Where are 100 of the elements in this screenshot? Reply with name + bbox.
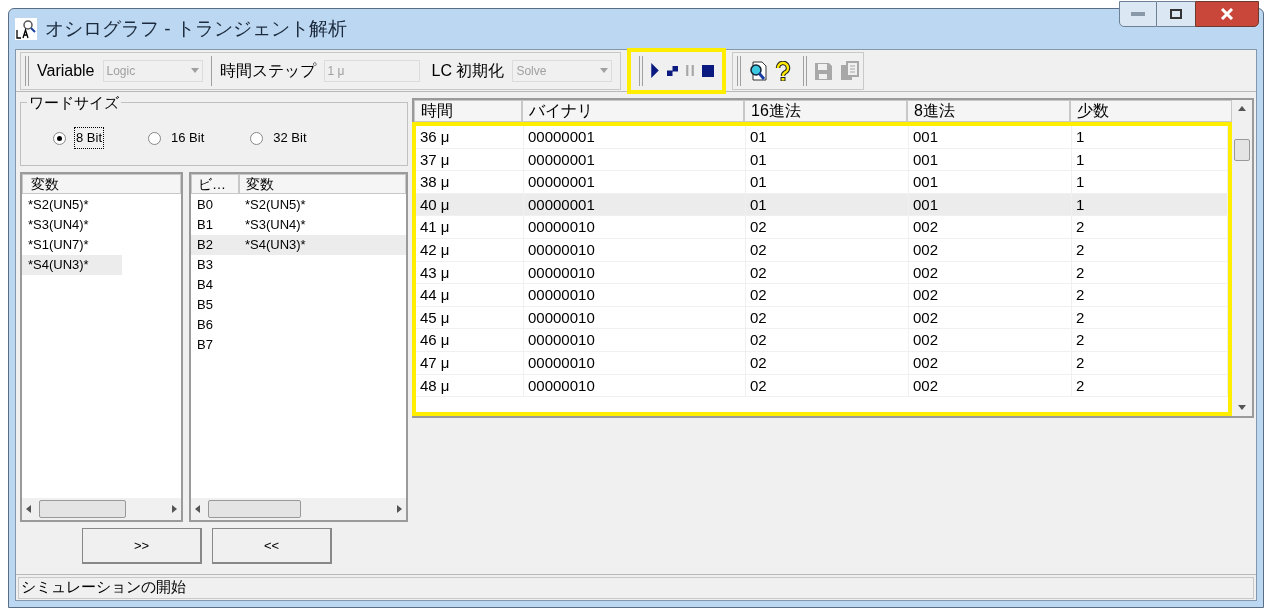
column-header[interactable]: 8進法 [907,100,1070,122]
close-button[interactable] [1195,1,1259,27]
close-icon [1220,8,1234,20]
table-row[interactable]: 43 μ 00000010 02 002 2 [416,261,1228,285]
column-header[interactable]: ビ… [191,174,239,194]
radio-button[interactable] [148,131,161,145]
table-cell: 002 [909,216,1072,238]
table-cell: 00000010 [524,216,746,238]
table-cell: 00000010 [524,261,746,284]
table-cell: 002 [909,284,1072,306]
column-header[interactable]: 少数 [1070,100,1232,122]
app-icon [15,18,37,40]
move-button[interactable]: >> [82,528,202,564]
table-cell: 44 μ [416,284,524,306]
step-icon [667,65,679,76]
table-row[interactable]: 38 μ 00000001 01 001 1 [416,171,1228,194]
table-cell: 43 μ [416,261,524,284]
table-cell: 41 μ [416,216,524,238]
list-row[interactable]: B5 [191,295,406,315]
list-row[interactable]: B4 [191,275,406,295]
table-cell: 48 μ [416,374,524,397]
table-row[interactable]: 37 μ 00000001 01 001 1 [416,148,1228,172]
table-cell: 00000001 [524,148,746,171]
list-item[interactable]: *S2(UN5)* [22,195,122,215]
table-row[interactable]: 44 μ 00000010 02 002 2 [416,284,1228,307]
table-cell: 37 μ [416,148,524,171]
table-cell: 2 [1072,238,1228,261]
column-header: 変数 [22,174,181,194]
right-arrow-icon[interactable] [397,505,402,513]
left-arrow-icon[interactable] [195,505,200,513]
table-row[interactable]: 46 μ 00000010 02 002 2 [416,329,1228,352]
list-row[interactable]: B6 [191,315,406,335]
table-cell: 002 [909,261,1072,284]
right-arrow-icon[interactable] [172,505,177,513]
table-row[interactable]: 40 μ 00000001 01 001 1 [416,193,1228,217]
table-cell: 001 [909,193,1072,216]
table-cell: 00000010 [524,284,746,306]
dropdown-caret-icon [190,68,199,73]
left-arrow-icon[interactable] [26,505,31,513]
list-row[interactable]: B0 *S2(UN5)* [191,195,406,215]
table-row[interactable]: 48 μ 00000010 02 002 2 [416,374,1228,398]
table-row[interactable]: 45 μ 00000010 02 002 2 [416,306,1228,330]
horizontal-scrollbar[interactable] [191,498,406,520]
table-cell: 00000001 [524,193,746,216]
table-cell: 02 [746,284,909,306]
list-item[interactable]: *S1(UN7)* [22,235,122,255]
table-cell: 02 [746,216,909,238]
table-cell: 002 [909,238,1072,261]
table-cell: 2 [1072,351,1228,374]
table-cell: 00000010 [524,351,746,374]
table-cell: 00000010 [524,374,746,397]
table-cell: 2 [1072,306,1228,329]
column-header[interactable]: 変数 [239,174,406,194]
table-cell: 1 [1072,148,1228,171]
column-header[interactable]: 時間 [414,100,522,122]
table-cell: 2 [1072,216,1228,238]
table-cell: 02 [746,329,909,351]
table-cell: 00000010 [524,306,746,329]
table-cell: 02 [746,261,909,284]
table-cell: 00000010 [524,329,746,351]
up-arrow-icon[interactable] [1238,106,1246,111]
list-row[interactable]: B3 [191,255,406,275]
list-row[interactable]: B1 *S3(UN4)* [191,215,406,235]
radio-button[interactable] [53,131,66,145]
table-cell: 38 μ [416,171,524,193]
table-row[interactable]: 42 μ 00000010 02 002 2 [416,238,1228,262]
table-cell: 2 [1072,329,1228,351]
variable-label: Variable [37,60,95,81]
table-cell: 002 [909,329,1072,351]
magnifier-document-icon [747,60,768,81]
radio-option[interactable]: 32 Bit [250,127,309,149]
move-button[interactable]: << [212,528,332,564]
table-cell: 001 [909,171,1072,193]
table-cell: 45 μ [416,306,524,329]
down-arrow-icon[interactable] [1238,405,1246,410]
table-cell: 01 [746,126,909,148]
table-cell: 002 [909,306,1072,329]
pause-icon [686,65,695,76]
radio-button[interactable] [250,131,264,145]
vertical-scrollbar[interactable] [1232,100,1252,416]
list-row[interactable]: B7 [191,335,406,355]
table-cell: 47 μ [416,351,524,374]
scrollbar-thumb[interactable] [1234,139,1250,161]
table-row[interactable]: 41 μ 00000010 02 002 2 [416,216,1228,239]
window-title: オシログラフ - トランジェント解析 [45,16,347,41]
horizontal-scrollbar[interactable] [22,498,181,520]
stop-icon [702,64,715,77]
maximize-button[interactable] [1157,1,1195,27]
table-cell: 2 [1072,284,1228,306]
table-row[interactable]: 47 μ 00000010 02 002 2 [416,351,1228,375]
column-header[interactable]: バイナリ [522,100,744,122]
list-item[interactable]: *S3(UN4)* [22,215,122,235]
table-cell: 42 μ [416,238,524,261]
table-cell: 002 [909,351,1072,374]
column-header[interactable]: 16進法 [744,100,907,122]
radio-option[interactable]: 16 Bit [148,127,207,149]
list-row[interactable]: B2 *S4(UN3)* [191,235,406,255]
list-item[interactable]: *S4(UN3)* [22,255,122,275]
table-row[interactable]: 36 μ 00000001 01 001 1 [416,126,1228,149]
table-cell: 02 [746,238,909,261]
